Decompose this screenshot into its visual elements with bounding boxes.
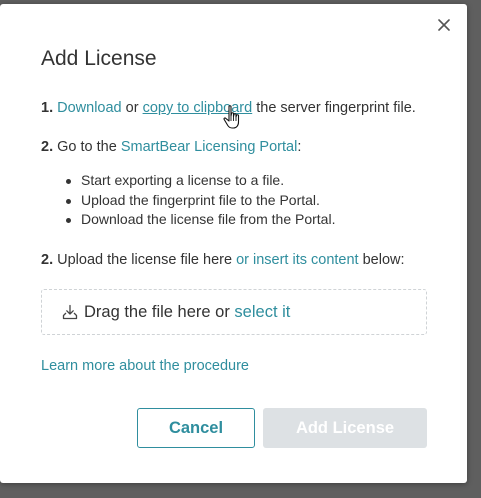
list-item: Download the license file from the Porta… xyxy=(63,210,335,230)
file-dropzone[interactable]: Drag the file here or select it xyxy=(41,289,427,335)
dropzone-text: Drag the file here or xyxy=(84,302,235,321)
step-1-or: or xyxy=(121,100,143,116)
step-2-text: 2. Go to the SmartBear Licensing Portal: xyxy=(41,137,301,157)
cancel-button[interactable]: Cancel xyxy=(137,408,255,448)
insert-content-link[interactable]: or insert its content xyxy=(236,252,359,268)
dialog-title: Add License xyxy=(41,47,157,70)
step-1-text: 1. Download or copy to clipboard the ser… xyxy=(41,98,416,118)
step-2-number: 2. xyxy=(41,139,54,155)
step-3-text: 2. Upload the license file here or inser… xyxy=(41,250,405,270)
licensing-portal-link[interactable]: SmartBear Licensing Portal xyxy=(121,139,298,155)
select-file-link[interactable]: select it xyxy=(234,303,290,321)
download-link[interactable]: Download xyxy=(57,100,122,116)
step-2-prefix: Go to the xyxy=(53,139,121,155)
learn-more-link[interactable]: Learn more about the procedure xyxy=(41,358,249,374)
dropzone-label: Drag the file here or select it xyxy=(84,303,290,322)
add-license-button[interactable]: Add License xyxy=(263,408,427,448)
add-license-dialog: Add License 1. Download or copy to clipb… xyxy=(0,4,467,483)
close-button[interactable] xyxy=(434,15,454,35)
step-3-number: 2. xyxy=(41,252,54,268)
step-3-suffix: below: xyxy=(358,252,405,268)
upload-tray-icon xyxy=(62,304,78,320)
list-item: Start exporting a license to a file. xyxy=(63,171,335,191)
copy-to-clipboard-link[interactable]: copy to clipboard xyxy=(143,100,253,116)
portal-steps-list: Start exporting a license to a file. Upl… xyxy=(63,171,335,230)
list-item: Upload the fingerprint file to the Porta… xyxy=(63,191,335,211)
close-icon xyxy=(438,19,450,31)
step-1-suffix: the server fingerprint file. xyxy=(252,100,416,116)
step-2-suffix: : xyxy=(297,139,302,155)
step-1-number: 1. xyxy=(41,100,54,116)
step-3-prefix: Upload the license file here xyxy=(53,252,237,268)
